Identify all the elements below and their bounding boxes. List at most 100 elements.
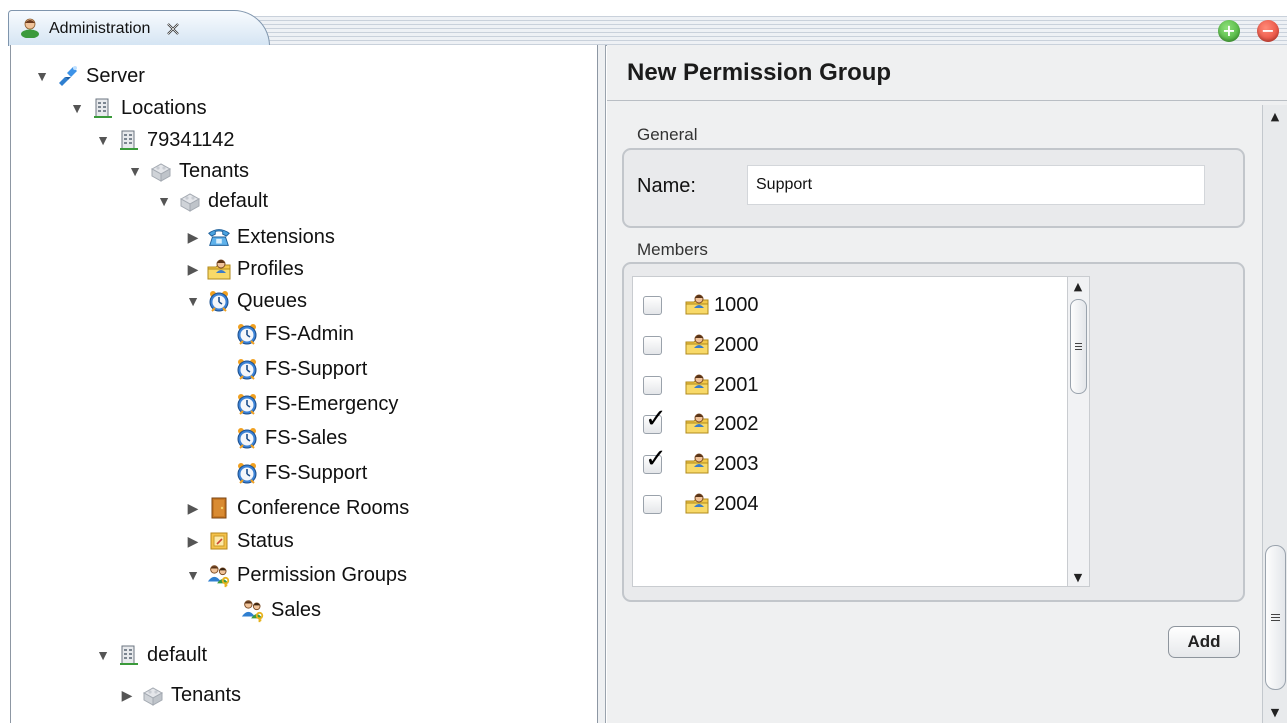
- tree-item-tenants[interactable]: ▼ Tenants: [126, 156, 249, 186]
- tree-item-label: Conference Rooms: [237, 496, 410, 519]
- tab-bar-background: [250, 16, 1287, 46]
- form-scroll-thumb[interactable]: [1265, 545, 1286, 690]
- tree-item-tenants[interactable]: ▶ Tenants: [118, 680, 241, 710]
- form-scrollbar[interactable]: ▲ ▼: [1262, 105, 1287, 723]
- tree-item-status[interactable]: ▶ Status: [184, 526, 294, 556]
- tree-item-fs-admin[interactable]: ▼FS-Admin: [212, 319, 354, 349]
- tab-title: Administration: [49, 19, 151, 37]
- tree-item-label: Extensions: [237, 225, 335, 248]
- collapse-arrow-icon[interactable]: ▼: [155, 192, 173, 210]
- tree-item-label: 79341142: [147, 128, 235, 151]
- tree-item-label: Profiles: [237, 257, 304, 280]
- scroll-down-arrow-icon[interactable]: ▼: [1263, 703, 1287, 721]
- add-tab-button[interactable]: +: [1218, 20, 1240, 42]
- form-title: New Permission Group: [607, 45, 1287, 101]
- collapse-arrow-icon[interactable]: ▼: [184, 292, 202, 310]
- name-input[interactable]: [747, 165, 1205, 205]
- scroll-up-arrow-icon[interactable]: ▲: [1263, 107, 1287, 125]
- tree-item-extensions[interactable]: ▶ Extensions: [184, 222, 335, 252]
- collapse-arrow-icon[interactable]: ▼: [94, 131, 112, 149]
- close-icon[interactable]: [162, 18, 184, 40]
- server-icon: [55, 63, 81, 89]
- tenants-icon: [140, 682, 166, 708]
- status-icon: [206, 528, 232, 554]
- tab-administration[interactable]: Administration: [8, 10, 270, 46]
- scroll-up-arrow-icon[interactable]: ▲: [1068, 277, 1088, 295]
- members-scroll-thumb[interactable]: [1070, 299, 1087, 394]
- tree-item-label: Locations: [121, 96, 207, 119]
- member-checkbox[interactable]: [643, 375, 662, 395]
- profile-folder-icon: [684, 451, 710, 477]
- member-item-1000[interactable]: 1000: [633, 289, 759, 321]
- member-item-2002[interactable]: ✓ 2002: [633, 406, 759, 440]
- tree-item-conference-rooms[interactable]: ▶ Conference Rooms: [184, 493, 409, 523]
- tenants-icon: [148, 158, 174, 184]
- tenants-icon: [177, 188, 203, 214]
- expand-arrow-icon[interactable]: ▶: [184, 228, 202, 246]
- tree-item-sales[interactable]: ▼Sales: [218, 595, 321, 625]
- member-label: 2003: [714, 452, 759, 475]
- expand-arrow-icon[interactable]: ▶: [184, 260, 202, 278]
- tree-item-label: Status: [237, 529, 294, 552]
- expand-arrow-icon[interactable]: ▶: [118, 686, 136, 704]
- clock-icon: [234, 425, 260, 451]
- tree-item-server[interactable]: ▼ Server: [33, 61, 145, 91]
- tree-item-label: FS-Emergency: [265, 392, 399, 415]
- scroll-down-arrow-icon[interactable]: ▼: [1068, 568, 1088, 586]
- tree-item-profiles[interactable]: ▶ Profiles: [184, 254, 304, 284]
- tree-item-label: default: [147, 643, 208, 666]
- profile-folder-icon: [684, 411, 710, 437]
- tree-item-fs-support[interactable]: ▼FS-Support: [212, 458, 367, 488]
- member-item-2003[interactable]: ✓ 2003: [633, 446, 759, 480]
- clock-icon: [234, 391, 260, 417]
- user-admin-icon: [19, 16, 41, 42]
- members-scrollbar[interactable]: ▲ ▼: [1067, 277, 1089, 586]
- member-checkbox[interactable]: [643, 335, 662, 355]
- tree-item-79341142[interactable]: ▼ 79341142: [94, 125, 235, 155]
- tree-item-label: default: [208, 189, 269, 212]
- profile-folder-icon: [206, 256, 232, 282]
- clock-icon: [234, 321, 260, 347]
- tree-item-label: FS-Support: [265, 461, 368, 484]
- add-button[interactable]: Add: [1168, 626, 1240, 658]
- members-group: 1000 2000 2001 ✓ 2002 ✓ 2003 2004 ▲ ▼: [622, 262, 1245, 602]
- tree-item-label: FS-Sales: [265, 426, 348, 449]
- door-icon: [206, 495, 232, 521]
- split-divider[interactable]: [598, 45, 606, 723]
- member-item-2000[interactable]: 2000: [633, 329, 759, 361]
- member-item-2004[interactable]: 2004: [633, 488, 759, 520]
- collapse-arrow-icon[interactable]: ▼: [126, 162, 144, 180]
- member-checkbox[interactable]: ✓: [643, 446, 667, 474]
- tree-item-fs-emergency[interactable]: ▼FS-Emergency: [212, 389, 398, 419]
- tree-item-fs-sales[interactable]: ▼FS-Sales: [212, 423, 347, 453]
- tree-item-label: Server: [86, 64, 145, 87]
- collapse-arrow-icon[interactable]: ▼: [184, 566, 202, 584]
- member-label: 2002: [714, 412, 759, 435]
- tree-item-permission-groups[interactable]: ▼ Permission Groups: [184, 560, 407, 590]
- permission-group-form: New Permission Group General Name: Membe…: [607, 45, 1287, 723]
- member-item-2001[interactable]: 2001: [633, 369, 759, 401]
- member-label: 2000: [714, 333, 759, 356]
- tree-item-fs-support[interactable]: ▼FS-Support: [212, 354, 367, 384]
- building-icon: [116, 642, 142, 668]
- name-label: Name:: [637, 175, 696, 197]
- checkmark-icon: ✓: [645, 443, 667, 474]
- tree-item-default[interactable]: ▼ default: [94, 640, 207, 670]
- expand-arrow-icon[interactable]: ▶: [184, 532, 202, 550]
- tree-item-label: Permission Groups: [237, 563, 408, 586]
- members-list[interactable]: 1000 2000 2001 ✓ 2002 ✓ 2003 2004 ▲ ▼: [632, 276, 1090, 587]
- member-checkbox[interactable]: ✓: [643, 406, 667, 434]
- clock-icon: [234, 460, 260, 486]
- collapse-arrow-icon[interactable]: ▼: [68, 99, 86, 117]
- tree-item-label: Sales: [271, 598, 322, 621]
- collapse-arrow-icon[interactable]: ▼: [94, 646, 112, 664]
- member-checkbox[interactable]: [643, 295, 662, 315]
- tree-item-default[interactable]: ▼ default: [155, 186, 268, 216]
- remove-tab-button[interactable]: −: [1257, 20, 1279, 42]
- collapse-arrow-icon[interactable]: ▼: [33, 67, 51, 85]
- member-checkbox[interactable]: [643, 494, 662, 514]
- expand-arrow-icon[interactable]: ▶: [184, 499, 202, 517]
- tree-item-locations[interactable]: ▼ Locations: [68, 93, 207, 123]
- tree-item-queues[interactable]: ▼ Queues: [184, 286, 307, 316]
- clock-icon: [234, 356, 260, 382]
